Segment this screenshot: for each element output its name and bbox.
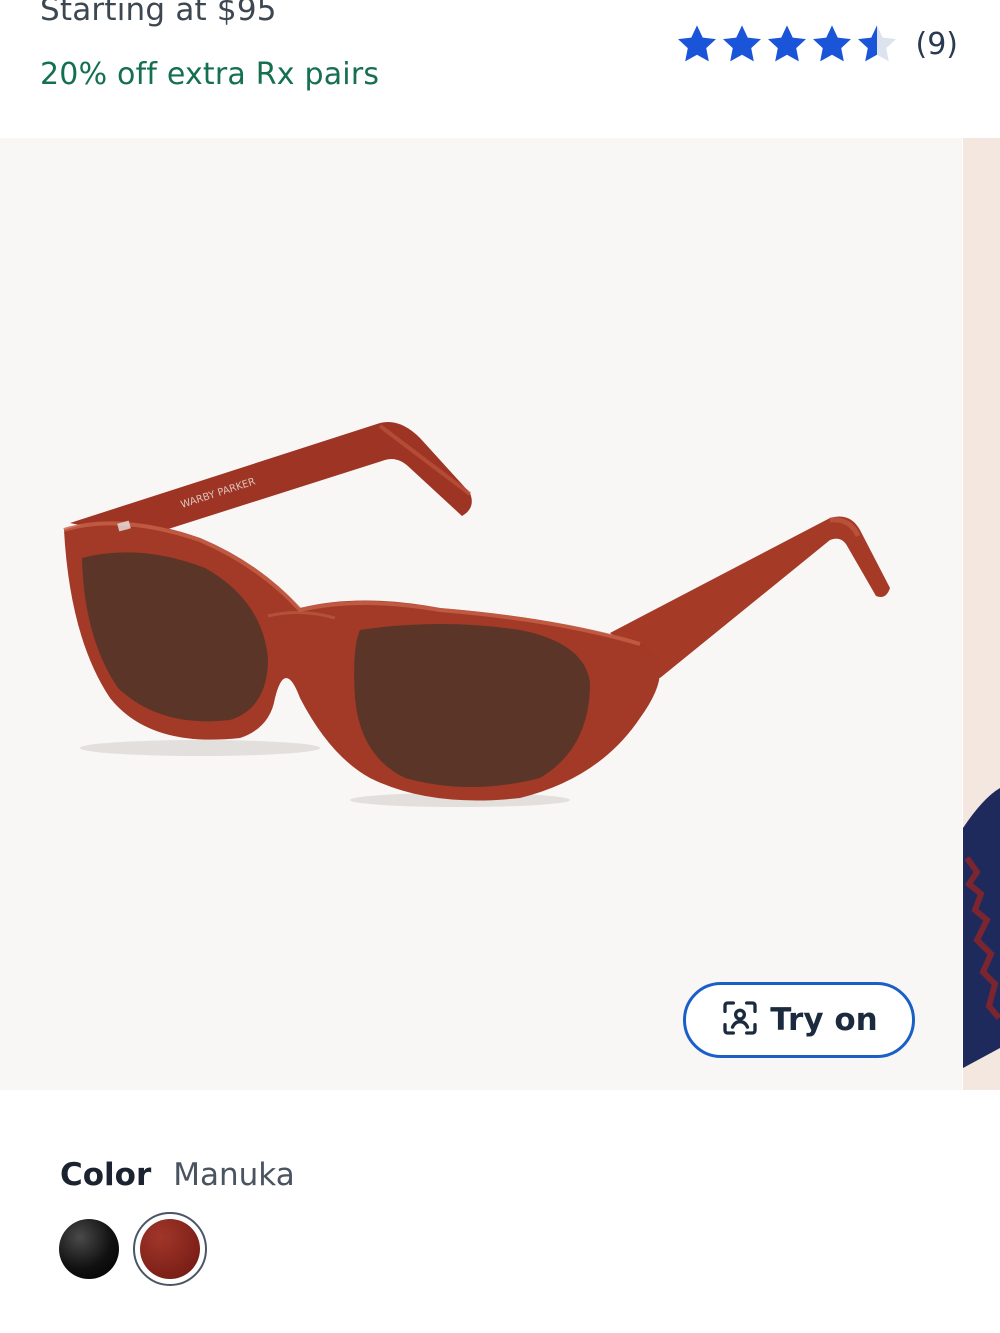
next-slide-peek[interactable] xyxy=(963,138,1000,1090)
star-rating xyxy=(676,24,898,64)
color-swatch-black[interactable] xyxy=(59,1219,119,1279)
color-selector-label: Color Manuka xyxy=(60,1157,295,1193)
color-swatch-manuka[interactable] xyxy=(140,1219,200,1279)
review-count[interactable]: (9) xyxy=(916,27,959,62)
promo-text: 20% off extra Rx pairs xyxy=(40,57,380,92)
model-image-peek xyxy=(963,788,1000,1090)
rating-summary[interactable]: (9) xyxy=(676,24,959,64)
product-page: Starting at $95 20% off extra Rx pairs (… xyxy=(0,0,1000,1333)
face-scan-icon xyxy=(720,998,760,1042)
star-icon xyxy=(721,24,763,64)
star-icon xyxy=(811,24,853,64)
price-text: Starting at $95 xyxy=(40,0,277,28)
star-icon xyxy=(766,24,808,64)
product-gallery[interactable]: WARBY PARKER 3D xyxy=(0,138,962,1090)
sunglasses-image: WARBY PARKER xyxy=(63,422,890,807)
star-icon xyxy=(676,24,718,64)
half-star-icon xyxy=(856,24,898,64)
try-on-button[interactable]: Try on xyxy=(683,982,915,1058)
selected-color-name: Manuka xyxy=(173,1157,295,1193)
color-label: Color xyxy=(60,1157,152,1193)
try-on-label: Try on xyxy=(770,1002,878,1038)
